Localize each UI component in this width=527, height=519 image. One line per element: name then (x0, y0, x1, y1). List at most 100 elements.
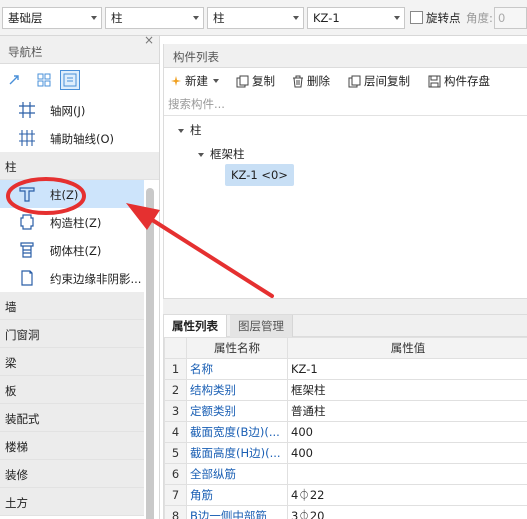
property-value[interactable]: 400 (287, 421, 527, 443)
nav-category[interactable]: 板 (0, 376, 144, 404)
nav-item-masonry-column[interactable]: 砌体柱(Z) (0, 236, 159, 264)
table-row[interactable]: 2 结构类别 框架柱 (164, 379, 527, 401)
nav-view-toolbar (0, 64, 159, 96)
nav-category-label: 装修 (5, 468, 28, 482)
nav-item-label: 构造柱(Z) (50, 216, 102, 230)
expand-view-button[interactable] (4, 70, 24, 90)
row-index: 5 (164, 442, 187, 464)
nav-category[interactable]: 装配式 (0, 404, 144, 432)
table-row[interactable]: 7 角筋 4⏀22 (164, 484, 527, 506)
aux-axis-icon (19, 130, 35, 146)
nav-item-label: 轴网(J) (50, 104, 86, 118)
nav-category[interactable]: 装修 (0, 460, 144, 488)
property-name: 截面高度(H边)(... (186, 442, 288, 464)
nav-category-label: 楼梯 (5, 440, 28, 454)
nav-category[interactable]: 门窗洞 (0, 320, 144, 348)
property-value[interactable]: 400 (287, 442, 527, 464)
category-select[interactable]: 柱 (105, 7, 204, 29)
rotate-point-checkbox[interactable] (410, 11, 423, 24)
property-value[interactable]: 4⏀22 (287, 484, 527, 506)
property-name: 全部纵筋 (186, 463, 288, 485)
rotate-point-label: 旋转点 (426, 11, 461, 25)
angle-input[interactable]: 0 (494, 7, 527, 29)
property-value[interactable]: KZ-1 (287, 358, 527, 380)
tree-node-frame-column[interactable]: 框架柱 (198, 146, 245, 162)
subcategory-select[interactable]: 柱 (207, 7, 304, 29)
nav-section-column[interactable]: 柱 (0, 152, 159, 180)
panel-splitter[interactable] (163, 298, 527, 315)
table-row[interactable]: 1 名称 KZ-1 (164, 358, 527, 380)
masonry-column-icon (20, 242, 34, 258)
tree-node-root[interactable]: 柱 (178, 122, 202, 138)
header-index (164, 337, 187, 359)
nav-category-label: 墙 (5, 300, 17, 314)
new-button[interactable]: 新建 (170, 73, 219, 89)
nav-item-structural-column[interactable]: 构造柱(Z) (0, 208, 159, 236)
property-name: 结构类别 (186, 379, 288, 401)
list-view-button[interactable] (60, 70, 80, 90)
column-icon (19, 187, 35, 202)
property-name: 名称 (186, 358, 288, 380)
nav-category[interactable]: 墙 (0, 292, 144, 320)
property-tabs: 属性列表 图层管理 (164, 315, 527, 337)
navigation-panel: 导航栏 × 轴网(J) 辅助轴线(O) 柱 柱(Z) 构造柱(Z) 砌体柱(Z) (0, 36, 160, 519)
tree-expand-icon (198, 152, 204, 157)
component-toolbar: 新建 复制 删除 层间复制 构件存盘 (164, 68, 527, 94)
table-row[interactable]: 6 全部纵筋 (164, 463, 527, 485)
tree-node-label: 柱 (190, 123, 202, 137)
tab-property-list[interactable]: 属性列表 (164, 315, 227, 337)
angle-label: 角度: (466, 11, 493, 25)
tree-expand-icon (178, 128, 184, 133)
table-row[interactable]: 3 定额类别 普通柱 (164, 400, 527, 422)
table-row[interactable]: 8 B边一侧中部筋 3⏀20 (164, 505, 527, 519)
nav-category-label: 装配式 (5, 412, 40, 426)
close-icon[interactable]: × (144, 36, 154, 47)
component-search-input[interactable]: 搜索构件... (164, 94, 527, 116)
nav-item-axis-grid[interactable]: 轴网(J) (0, 96, 159, 124)
property-value[interactable] (287, 463, 527, 485)
property-name: 定额类别 (186, 400, 288, 422)
expand-arrows-icon (9, 75, 19, 85)
table-row[interactable]: 4 截面宽度(B边)(... 400 (164, 421, 527, 443)
nav-category-label: 土方 (5, 496, 28, 510)
property-name: B边一侧中部筋 (186, 505, 288, 519)
nav-item-label: 约束边缘非阴影... (50, 272, 142, 286)
nav-item-constraint-edge[interactable]: 约束边缘非阴影... (0, 264, 159, 292)
nav-item-column[interactable]: 柱(Z) (0, 180, 144, 208)
nav-item-aux-axis[interactable]: 辅助轴线(O) (0, 124, 159, 152)
tab-layer-management[interactable]: 图层管理 (230, 315, 293, 337)
property-value[interactable]: 3⏀20 (287, 505, 527, 519)
nav-category[interactable]: 梁 (0, 348, 144, 376)
save-disk-icon (428, 75, 441, 87)
row-index: 2 (164, 379, 187, 401)
tree-leaf-kz1[interactable]: KZ-1 <0> (225, 164, 294, 186)
nav-category[interactable]: 楼梯 (0, 432, 144, 460)
copy-button[interactable]: 复制 (236, 73, 275, 89)
grid-view-icon (37, 73, 51, 87)
component-select[interactable]: KZ-1 (307, 7, 405, 29)
floor-copy-button[interactable]: 层间复制 (348, 73, 410, 89)
top-toolbar: 基础层 柱 柱 KZ-1 旋转点 角度: 0 (0, 0, 527, 36)
copy-button-label: 复制 (252, 74, 275, 88)
property-value[interactable]: 框架柱 (287, 379, 527, 401)
grid-view-button[interactable] (34, 70, 54, 90)
property-value[interactable]: 普通柱 (287, 400, 527, 422)
property-name: 截面宽度(B边)(... (186, 421, 288, 443)
new-button-label: 新建 (185, 74, 208, 88)
nav-scrollbar[interactable] (146, 188, 154, 519)
nav-title: 导航栏 (8, 45, 43, 59)
nav-item-label: 辅助轴线(O) (50, 132, 115, 146)
nav-item-label: 柱(Z) (50, 188, 79, 202)
nav-item-label: 砌体柱(Z) (50, 244, 102, 258)
chevron-down-icon (394, 16, 400, 20)
nav-category-label: 梁 (5, 356, 17, 370)
nav-category[interactable]: 土方 (0, 488, 144, 516)
delete-button[interactable]: 删除 (292, 73, 330, 89)
save-component-button[interactable]: 构件存盘 (428, 73, 490, 89)
chevron-down-icon (213, 79, 219, 83)
floor-select[interactable]: 基础层 (2, 7, 102, 29)
row-index: 7 (164, 484, 187, 506)
copy-icon (236, 75, 249, 87)
table-row[interactable]: 5 截面高度(H边)(... 400 (164, 442, 527, 464)
floor-select-value: 基础层 (8, 11, 43, 25)
